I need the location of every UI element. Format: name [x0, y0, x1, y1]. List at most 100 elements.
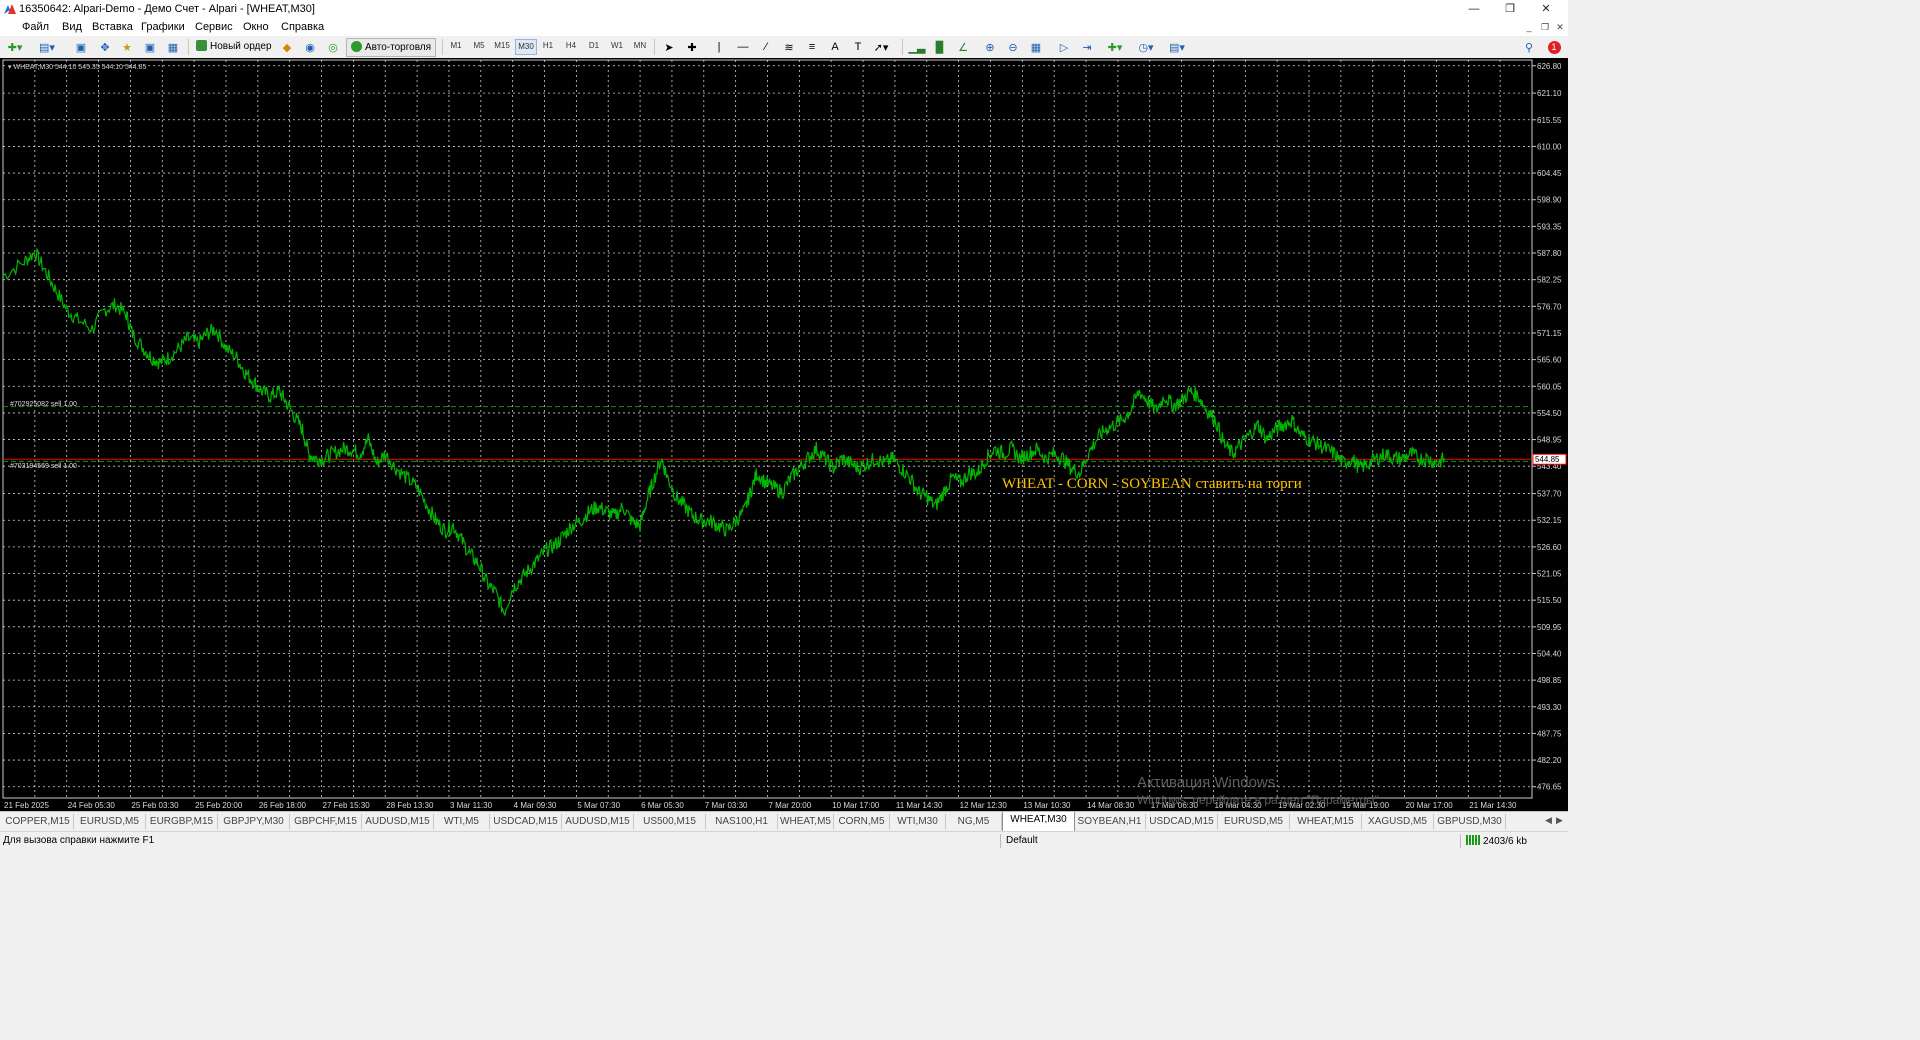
chart-tab[interactable]: US500,M15	[634, 814, 706, 830]
search-icon[interactable]: ⚲	[1520, 39, 1538, 55]
market-icon[interactable]: ◎	[324, 39, 342, 55]
chart-tab[interactable]: WTI,M5	[434, 814, 490, 830]
toolbar-separator	[902, 39, 903, 55]
timeframe-m15[interactable]: M15	[492, 41, 512, 50]
status-bar: Для вызова справки нажмите F1 Default 24…	[0, 831, 1568, 850]
autotrading-button[interactable]: Авто-торговля	[346, 38, 437, 57]
line-chart-icon[interactable]: ∠	[954, 39, 972, 55]
chart-tab[interactable]: USDCAD,M15	[1146, 814, 1218, 830]
menu-file[interactable]: Файл	[22, 21, 49, 33]
chart-tab[interactable]: AUDUSD,M15	[362, 814, 434, 830]
candlestick-icon[interactable]: ▉	[931, 39, 949, 55]
x-tick-label: 3 Mar 11:30	[450, 801, 493, 810]
chart-tab[interactable]: WHEAT,M5	[778, 814, 834, 830]
vertical-line-icon[interactable]: |	[710, 39, 728, 55]
chart-tab[interactable]: CORN,M5	[834, 814, 890, 830]
chart-window[interactable]: 626.80 621.10 615.55 610.00 604.45 598.90 593.…	[0, 58, 1568, 811]
minimize-button[interactable]: —	[1457, 0, 1491, 18]
y-tick-label: 526.60	[1537, 543, 1562, 552]
chart-tab[interactable]: GBPUSD,M30	[1434, 814, 1506, 830]
chart-tab[interactable]: WHEAT,M15	[1290, 814, 1362, 830]
y-tick-label: 626.80	[1537, 62, 1562, 71]
templates-icon[interactable]: ▤▾	[1168, 39, 1186, 55]
trendline-icon[interactable]: ∕	[757, 39, 775, 55]
text-icon[interactable]: A	[826, 39, 844, 55]
chart-tab[interactable]: AUDUSD,M15	[562, 814, 634, 830]
timeframe-d1[interactable]: D1	[584, 41, 604, 50]
indicators-icon[interactable]: ✚▾	[1106, 39, 1124, 55]
crosshair-icon[interactable]: ✚	[683, 39, 701, 55]
tile-windows-icon[interactable]: ▦	[1027, 39, 1045, 55]
mdi-close-button[interactable]: ✕	[1553, 20, 1567, 34]
timeframe-w1[interactable]: W1	[607, 41, 627, 50]
equidistant-channel-icon[interactable]: ≋	[780, 39, 798, 55]
chart-tab[interactable]: COPPER,M15	[2, 814, 74, 830]
expert-icon[interactable]: ◆	[278, 39, 296, 55]
timeframe-m1[interactable]: M1	[446, 41, 466, 50]
tab-scroll-right-icon[interactable]: ▶	[1556, 815, 1563, 826]
order-label[interactable]: #703194569 sell 1.00	[10, 463, 77, 470]
toolbar-separator	[654, 39, 655, 55]
close-button[interactable]: ✕	[1529, 0, 1563, 18]
timeframe-mn[interactable]: MN	[630, 41, 650, 50]
timeframe-h1[interactable]: H1	[538, 41, 558, 50]
mdi-restore-button[interactable]: ❐	[1538, 20, 1552, 34]
notifications-icon[interactable]: 1	[1545, 39, 1563, 55]
chart-tab[interactable]: EURUSD,M5	[1218, 814, 1290, 830]
market-watch-icon[interactable]: ▣	[72, 39, 90, 55]
menu-insert[interactable]: Вставка	[92, 21, 133, 33]
menu-window[interactable]: Окно	[243, 21, 269, 33]
data-window-icon[interactable]: ★	[118, 39, 136, 55]
status-connection[interactable]: 2403/6 kb	[1466, 835, 1527, 847]
chart-tab[interactable]: GBPCHF,M15	[290, 814, 362, 830]
chart-tab[interactable]: SOYBEAN,H1	[1074, 814, 1146, 830]
profiles-icon[interactable]: ▤▾	[38, 39, 56, 55]
fibonacci-icon[interactable]: ≡	[803, 39, 821, 55]
toolbar-separator	[188, 39, 189, 55]
y-tick-label: 565.60	[1537, 356, 1562, 365]
tab-scroll-left-icon[interactable]: ◀	[1545, 815, 1552, 826]
mdi-minimize-button[interactable]: _	[1522, 20, 1536, 34]
terminal-icon[interactable]: ▣	[141, 39, 159, 55]
chart-tab[interactable]: XAGUSD,M5	[1362, 814, 1434, 830]
horizontal-line-icon[interactable]: —	[734, 39, 752, 55]
x-tick-label: 25 Feb 03:30	[131, 801, 179, 810]
periods-icon[interactable]: ◷▾	[1137, 39, 1155, 55]
x-tick-label: 20 Mar 17:00	[1406, 801, 1454, 810]
chart-annotation[interactable]: WHEAT - CORN - SOYBEAN ставить на торги	[1002, 476, 1302, 493]
cursor-icon[interactable]: ➤	[660, 39, 678, 55]
timeframe-m30[interactable]: M30	[515, 39, 537, 55]
chart-tab[interactable]: EURUSD,M5	[74, 814, 146, 830]
x-tick-label: 21 Feb 2025	[4, 801, 49, 810]
maximize-button[interactable]: ❐	[1493, 0, 1527, 18]
navigator-icon[interactable]: ✥	[96, 39, 114, 55]
zoom-in-icon[interactable]: ⊕	[981, 39, 999, 55]
new-chart-icon[interactable]: ✚▾	[6, 39, 24, 55]
price-chart[interactable]: 626.80 621.10 615.55 610.00 604.45 598.90 593.…	[0, 58, 1568, 811]
zoom-out-icon[interactable]: ⊖	[1004, 39, 1022, 55]
text-label-icon[interactable]: T	[849, 39, 867, 55]
order-label[interactable]: #702925082 sell 1.00	[10, 401, 77, 408]
chart-shift-icon[interactable]: ⇥	[1078, 39, 1096, 55]
strategy-tester-icon[interactable]: ▦	[164, 39, 182, 55]
status-divider	[1000, 834, 1001, 848]
chart-tab[interactable]: NAS100,H1	[706, 814, 778, 830]
chart-tab[interactable]: GBPJPY,M30	[218, 814, 290, 830]
timeframe-h4[interactable]: H4	[561, 41, 581, 50]
chart-tab[interactable]: EURGBP,M15	[146, 814, 218, 830]
chart-tab[interactable]: WTI,M30	[890, 814, 946, 830]
signals-icon[interactable]: ◉	[301, 39, 319, 55]
arrows-icon[interactable]: ➚▾	[872, 39, 890, 55]
chart-tab[interactable]: USDCAD,M15	[490, 814, 562, 830]
new-order-button[interactable]: Новый ордер	[192, 38, 276, 55]
auto-scroll-icon[interactable]: ▷	[1055, 39, 1073, 55]
menu-tools[interactable]: Сервис	[195, 21, 233, 33]
status-profile[interactable]: Default	[1006, 835, 1038, 846]
menu-help[interactable]: Справка	[281, 21, 324, 33]
chart-tab[interactable]: NG,M5	[946, 814, 1002, 830]
bar-chart-icon[interactable]: ▁▃	[908, 39, 926, 55]
timeframe-m5[interactable]: M5	[469, 41, 489, 50]
chart-tab[interactable]: WHEAT,M30	[1002, 812, 1075, 832]
menu-view[interactable]: Вид	[62, 21, 82, 33]
menu-charts[interactable]: Графики	[141, 21, 185, 33]
